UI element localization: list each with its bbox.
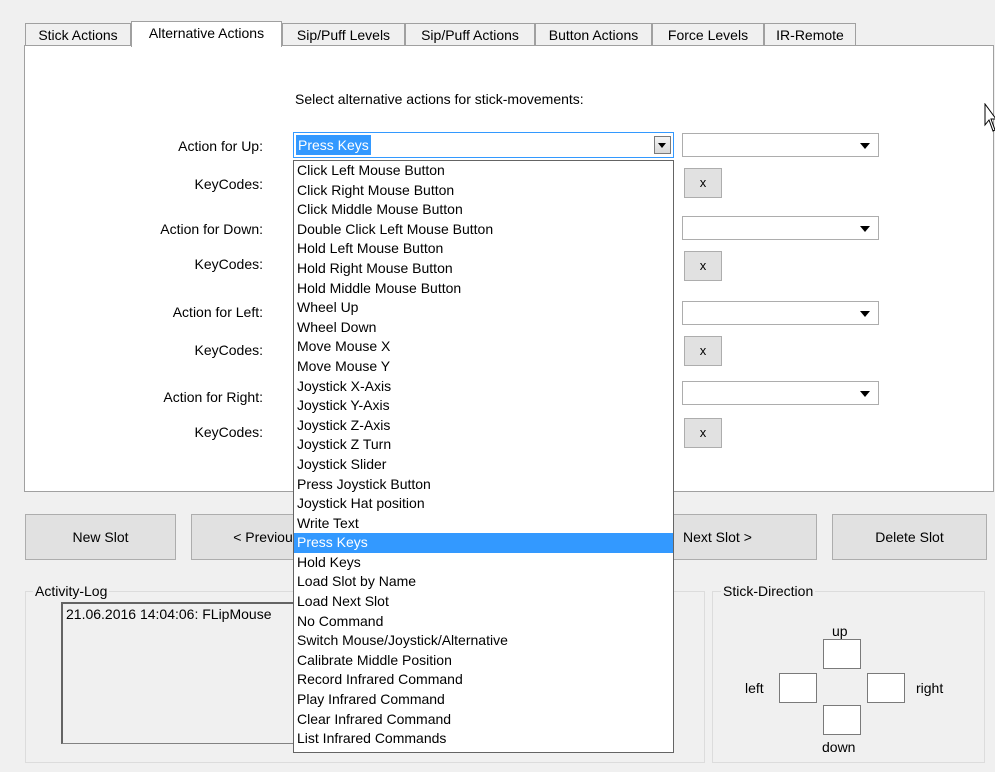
- chevron-down-icon: [860, 391, 870, 397]
- chevron-down-icon: [860, 226, 870, 232]
- direction-left-indicator: [779, 673, 817, 703]
- dropdown-option[interactable]: Hold Right Mouse Button: [294, 259, 673, 279]
- direction-left-label: left: [745, 680, 764, 696]
- direction-up-indicator: [823, 639, 861, 669]
- tab-force-levels[interactable]: Force Levels: [652, 23, 764, 45]
- dropdown-option[interactable]: Wheel Up: [294, 298, 673, 318]
- action-up-select[interactable]: Press Keys: [293, 132, 674, 158]
- action-right-label: Action for Right:: [163, 389, 263, 405]
- dropdown-option[interactable]: Joystick X-Axis: [294, 377, 673, 397]
- clear-keycodes-up-button[interactable]: x: [684, 168, 722, 198]
- dropdown-arrow-icon[interactable]: [654, 136, 671, 154]
- action-up-label: Action for Up:: [178, 138, 263, 154]
- activity-log-title: Activity-Log: [33, 583, 110, 599]
- delete-slot-button[interactable]: Delete Slot: [832, 514, 987, 560]
- dropdown-option[interactable]: Double Click Left Mouse Button: [294, 220, 673, 240]
- tab-button-actions[interactable]: Button Actions: [535, 23, 652, 45]
- new-slot-button[interactable]: New Slot: [25, 514, 176, 560]
- dropdown-option[interactable]: Wheel Down: [294, 318, 673, 338]
- chevron-down-icon: [860, 311, 870, 317]
- panel-heading: Select alternative actions for stick-mov…: [295, 91, 584, 107]
- action-up-selected-value: Press Keys: [296, 135, 371, 155]
- action-dropdown-list[interactable]: Click Left Mouse Button Click Right Mouse…: [293, 160, 674, 753]
- secondary-select-right[interactable]: [682, 381, 879, 405]
- tab-alternative-actions[interactable]: Alternative Actions: [131, 21, 282, 47]
- tab-stick-actions[interactable]: Stick Actions: [25, 23, 131, 45]
- dropdown-option[interactable]: Press Joystick Button: [294, 475, 673, 495]
- clear-keycodes-down-button[interactable]: x: [684, 251, 722, 281]
- action-left-label: Action for Left:: [172, 304, 263, 320]
- dropdown-option[interactable]: Joystick Hat position: [294, 494, 673, 514]
- secondary-select-up[interactable]: [682, 133, 879, 157]
- dropdown-option[interactable]: Load Next Slot: [294, 592, 673, 612]
- dropdown-option[interactable]: Joystick Y-Axis: [294, 396, 673, 416]
- direction-right-label: right: [916, 680, 944, 696]
- tab-sip-puff-actions[interactable]: Sip/Puff Actions: [405, 23, 535, 45]
- clear-keycodes-right-button[interactable]: x: [684, 418, 722, 448]
- secondary-select-down[interactable]: [682, 216, 879, 240]
- stick-direction-title: Stick-Direction: [721, 583, 816, 599]
- direction-right-indicator: [867, 673, 905, 703]
- mouse-cursor-icon: [984, 103, 995, 132]
- dropdown-option[interactable]: Clear Infrared Command: [294, 710, 673, 730]
- keycodes-down-label: KeyCodes:: [194, 256, 263, 272]
- dropdown-option[interactable]: Press Keys: [294, 533, 673, 553]
- clear-keycodes-left-button[interactable]: x: [684, 336, 722, 366]
- dropdown-option[interactable]: Move Mouse X: [294, 337, 673, 357]
- dropdown-option[interactable]: Joystick Slider: [294, 455, 673, 475]
- dropdown-option[interactable]: Calibrate Middle Position: [294, 651, 673, 671]
- action-down-label: Action for Down:: [160, 221, 263, 237]
- dropdown-option[interactable]: Switch Mouse/Joystick/Alternative: [294, 631, 673, 651]
- dropdown-option[interactable]: Move Mouse Y: [294, 357, 673, 377]
- activity-log-list[interactable]: 21.06.2016 14:04:06: FLipMouse: [61, 602, 301, 744]
- dropdown-option[interactable]: No Command: [294, 612, 673, 632]
- dropdown-option[interactable]: Hold Keys: [294, 553, 673, 573]
- tab-strip: Stick Actions Alternative Actions Sip/Pu…: [25, 21, 865, 47]
- next-slot-button[interactable]: Next Slot >: [670, 514, 817, 560]
- dropdown-option[interactable]: Load Slot by Name: [294, 572, 673, 592]
- tab-sip-puff-levels[interactable]: Sip/Puff Levels: [282, 23, 405, 45]
- log-entry: 21.06.2016 14:04:06: FLipMouse: [66, 606, 272, 622]
- dropdown-option[interactable]: Click Right Mouse Button: [294, 181, 673, 201]
- keycodes-up-label: KeyCodes:: [194, 176, 263, 192]
- direction-down-label: down: [822, 739, 856, 755]
- direction-up-label: up: [832, 623, 848, 639]
- dropdown-option[interactable]: Click Middle Mouse Button: [294, 200, 673, 220]
- direction-down-indicator: [823, 705, 861, 735]
- dropdown-option[interactable]: Hold Left Mouse Button: [294, 239, 673, 259]
- stick-direction-group: [712, 591, 985, 763]
- dropdown-option[interactable]: List Infrared Commands: [294, 729, 673, 749]
- secondary-select-left[interactable]: [682, 301, 879, 325]
- keycodes-right-label: KeyCodes:: [194, 424, 263, 440]
- dropdown-option[interactable]: Hold Middle Mouse Button: [294, 279, 673, 299]
- dropdown-option[interactable]: Joystick Z-Axis: [294, 416, 673, 436]
- dropdown-option[interactable]: Click Left Mouse Button: [294, 161, 673, 181]
- keycodes-left-label: KeyCodes:: [194, 342, 263, 358]
- dropdown-option[interactable]: Joystick Z Turn: [294, 435, 673, 455]
- chevron-down-icon: [860, 143, 870, 149]
- dropdown-option[interactable]: Play Infrared Command: [294, 690, 673, 710]
- tab-ir-remote[interactable]: IR-Remote: [764, 23, 856, 45]
- dropdown-option[interactable]: Write Text: [294, 514, 673, 534]
- dropdown-option[interactable]: Record Infrared Command: [294, 670, 673, 690]
